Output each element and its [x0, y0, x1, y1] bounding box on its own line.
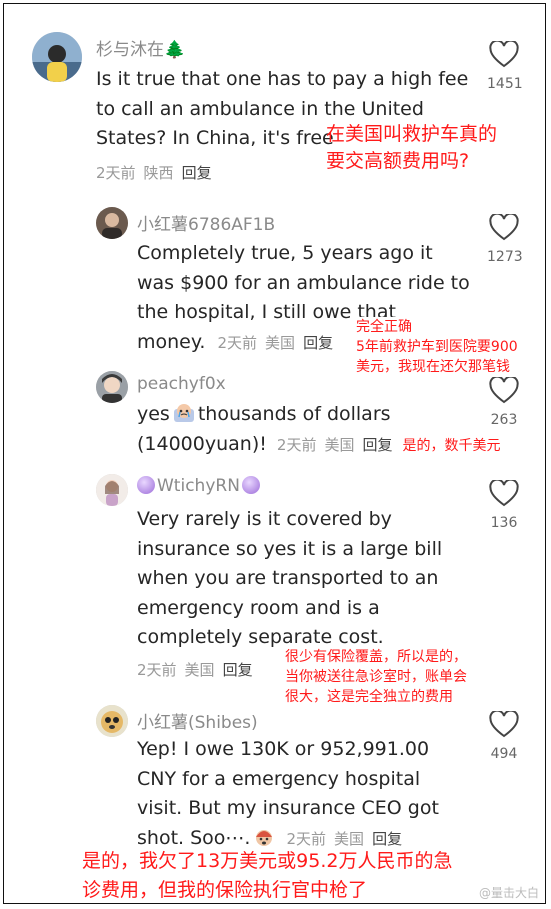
translation-note: 完全正确 5年前救护车到医院要900 美元，我现在还欠那笔钱 [356, 317, 518, 377]
reply-button[interactable]: 回复 [182, 164, 212, 182]
like-count: 1273 [487, 249, 523, 265]
comment-location: 美国 [324, 435, 355, 454]
comment-line: money. [137, 330, 206, 353]
comment-username[interactable]: peachyf0x [137, 374, 226, 394]
comment-line: Very rarely is it covered by [137, 508, 392, 530]
crystal-ball-icon [241, 476, 260, 494]
avatar[interactable] [96, 371, 128, 403]
reply-button[interactable]: 回复 [303, 334, 333, 352]
comment-username[interactable]: 小红薯6786AF1B [137, 210, 275, 235]
reply-button[interactable]: 回复 [372, 830, 402, 848]
comment-time: 2天前 [286, 829, 327, 848]
comment-line: was $900 for an ambulance ride to [137, 271, 470, 294]
heart-icon [489, 41, 519, 68]
scared-emoji-icon [253, 827, 275, 847]
avatar[interactable] [96, 474, 128, 506]
comment-line: shot. Soo⋯. [137, 826, 251, 849]
like-button[interactable]: 1273 [487, 214, 523, 265]
like-button[interactable]: 494 [487, 711, 521, 762]
comment-line: Is it true that one has to pay a high fe… [96, 68, 469, 90]
watermark: @量击大白 [478, 886, 539, 900]
comment-line: (14000yuan)! [137, 432, 267, 455]
comment-location: 美国 [184, 661, 215, 679]
comment-line: Completely true, 5 years ago it [137, 242, 433, 264]
like-button[interactable]: 136 [487, 480, 521, 531]
comment-meta: 2天前 美国 回复 [218, 334, 334, 352]
comment-text: yes thousands of dollars (14000yuan)! 2天前… [137, 400, 501, 461]
like-count: 494 [490, 746, 518, 762]
translation-note: 是的，我欠了13万美元或95.2万人民币的急 诊费用，但我的保险执行官中枪了 [82, 850, 453, 901]
avatar[interactable] [96, 705, 128, 737]
comment-time: 2天前 [137, 661, 177, 679]
comment-line: emergency room and is a [137, 596, 380, 619]
comment-feed: 杉与沐在🌲 Is it true that one has to pay a h… [3, 3, 546, 904]
crystal-ball-icon [137, 476, 155, 494]
like-count: 263 [490, 412, 518, 428]
reply-button[interactable]: 回复 [223, 661, 253, 679]
comment-meta: 2天前 美国 回复 [277, 436, 393, 454]
comment-meta: 2天前 美国 回复 [287, 830, 403, 848]
comment-time: 2天前 [217, 333, 258, 352]
like-button[interactable]: 1451 [487, 41, 523, 92]
comment-line: insurance so yes it is a large bill [137, 537, 443, 560]
comment-username[interactable]: 杉与沐在🌲 [96, 35, 185, 60]
heart-icon [489, 711, 519, 738]
like-count: 136 [490, 515, 518, 531]
comment-location: 陕西 [143, 164, 174, 182]
username-text: WtichyRN [157, 476, 240, 496]
comment-line: when you are transported to an [137, 567, 439, 589]
comment-line: thousands of dollars [197, 403, 391, 425]
comment-time: 2天前 [276, 435, 317, 454]
avatar[interactable] [32, 32, 82, 82]
comment-location: 美国 [334, 829, 365, 848]
comment-username[interactable]: WtichyRN [137, 476, 260, 496]
comment-meta: 2天前 美国 回复 [137, 659, 253, 680]
comment-line: yes [137, 403, 170, 425]
comment-time: 2天前 [96, 164, 136, 182]
comment-line: visit. But my insurance CEO got [137, 797, 439, 819]
comment-line: Yep! I owe 130K or 952,991.00 [137, 738, 430, 760]
reply-button[interactable]: 回复 [362, 436, 392, 454]
translation-note: 在美国叫救护车真的 要交高额费用吗? [326, 123, 498, 172]
comment-location: 美国 [265, 333, 296, 352]
crying-emoji-icon [173, 403, 195, 423]
comment-line: to call an ambulance in the United [96, 97, 424, 120]
like-button[interactable]: 263 [487, 377, 521, 428]
translation-note: 是的，数千美元 [402, 437, 501, 454]
heart-icon [489, 377, 519, 404]
comment-text: Very rarely is it covered by insurance s… [137, 505, 442, 653]
avatar[interactable] [96, 207, 128, 239]
like-count: 1451 [487, 76, 523, 92]
comment-text: Yep! I owe 130K or 952,991.00 CNY for a … [137, 735, 439, 854]
heart-icon [489, 480, 519, 507]
translation-note: 很少有保险覆盖，所以是的， 当你被送往急诊室时，账单会 很大，这是完全独立的费用 [285, 649, 467, 705]
comment-meta: 2天前 陕西 回复 [96, 162, 212, 183]
comment-username[interactable]: 小红薯(Shibes) [137, 708, 258, 733]
heart-icon [489, 214, 519, 241]
comment-line: CNY for a emergency hospital [137, 767, 421, 790]
